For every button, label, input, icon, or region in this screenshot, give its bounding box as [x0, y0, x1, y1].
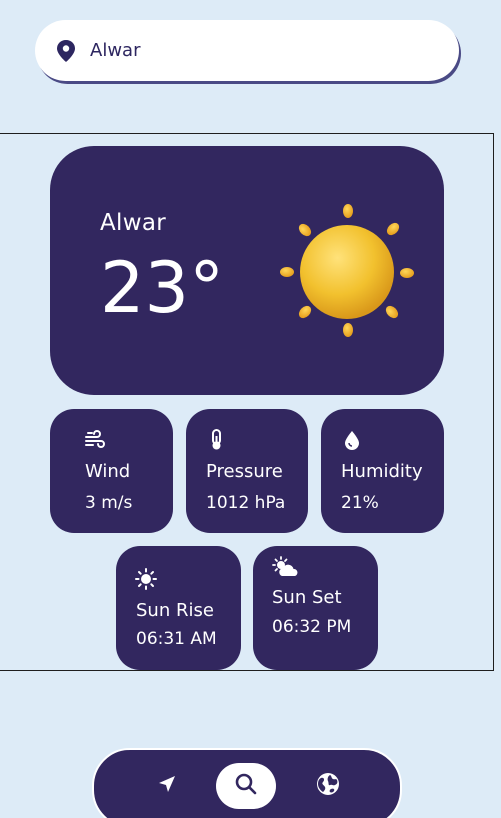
city-name: Alwar [100, 210, 166, 236]
detail-label: Sun Rise [136, 600, 214, 621]
detail-label: Sun Set [272, 587, 342, 608]
detail-label: Wind [85, 461, 131, 482]
detail-value: 06:31 AM [136, 629, 217, 649]
nav-location-button[interactable] [137, 763, 197, 809]
temperature: 23° [100, 247, 225, 329]
detail-value: 06:32 PM [272, 617, 352, 637]
sun-icon [276, 202, 418, 344]
search-bar[interactable]: Alwar [35, 20, 459, 81]
location-pin-icon [56, 39, 76, 63]
detail-value: 3 m/s [85, 493, 133, 513]
humidity-card: Humidity 21% [321, 409, 444, 533]
navigation-arrow-icon [157, 774, 177, 798]
detail-label: Pressure [206, 461, 283, 482]
sun-small-icon [135, 568, 157, 590]
detail-label: Humidity [341, 461, 423, 482]
search-icon [234, 772, 258, 800]
search-input[interactable]: Alwar [90, 40, 140, 61]
nav-search-button[interactable] [216, 763, 276, 809]
current-weather-card: Alwar 23° [50, 146, 444, 395]
detail-value: 21% [341, 493, 379, 513]
weather-app: Alwar Alwar 23° Wind 3 m/s Pressure 1012… [0, 0, 501, 818]
bottom-nav [92, 748, 402, 818]
sunset-card: Sun Set 06:32 PM [253, 546, 378, 670]
nav-globe-button[interactable] [298, 763, 358, 809]
wind-card: Wind 3 m/s [50, 409, 173, 533]
globe-icon [316, 772, 340, 800]
thermometer-icon [206, 429, 228, 451]
detail-value: 1012 hPa [206, 493, 286, 513]
wind-icon [84, 429, 106, 451]
water-drop-icon [341, 429, 363, 451]
sun-cloud-icon [272, 556, 300, 578]
sunrise-card: Sun Rise 06:31 AM [116, 546, 241, 670]
pressure-card: Pressure 1012 hPa [186, 409, 308, 533]
